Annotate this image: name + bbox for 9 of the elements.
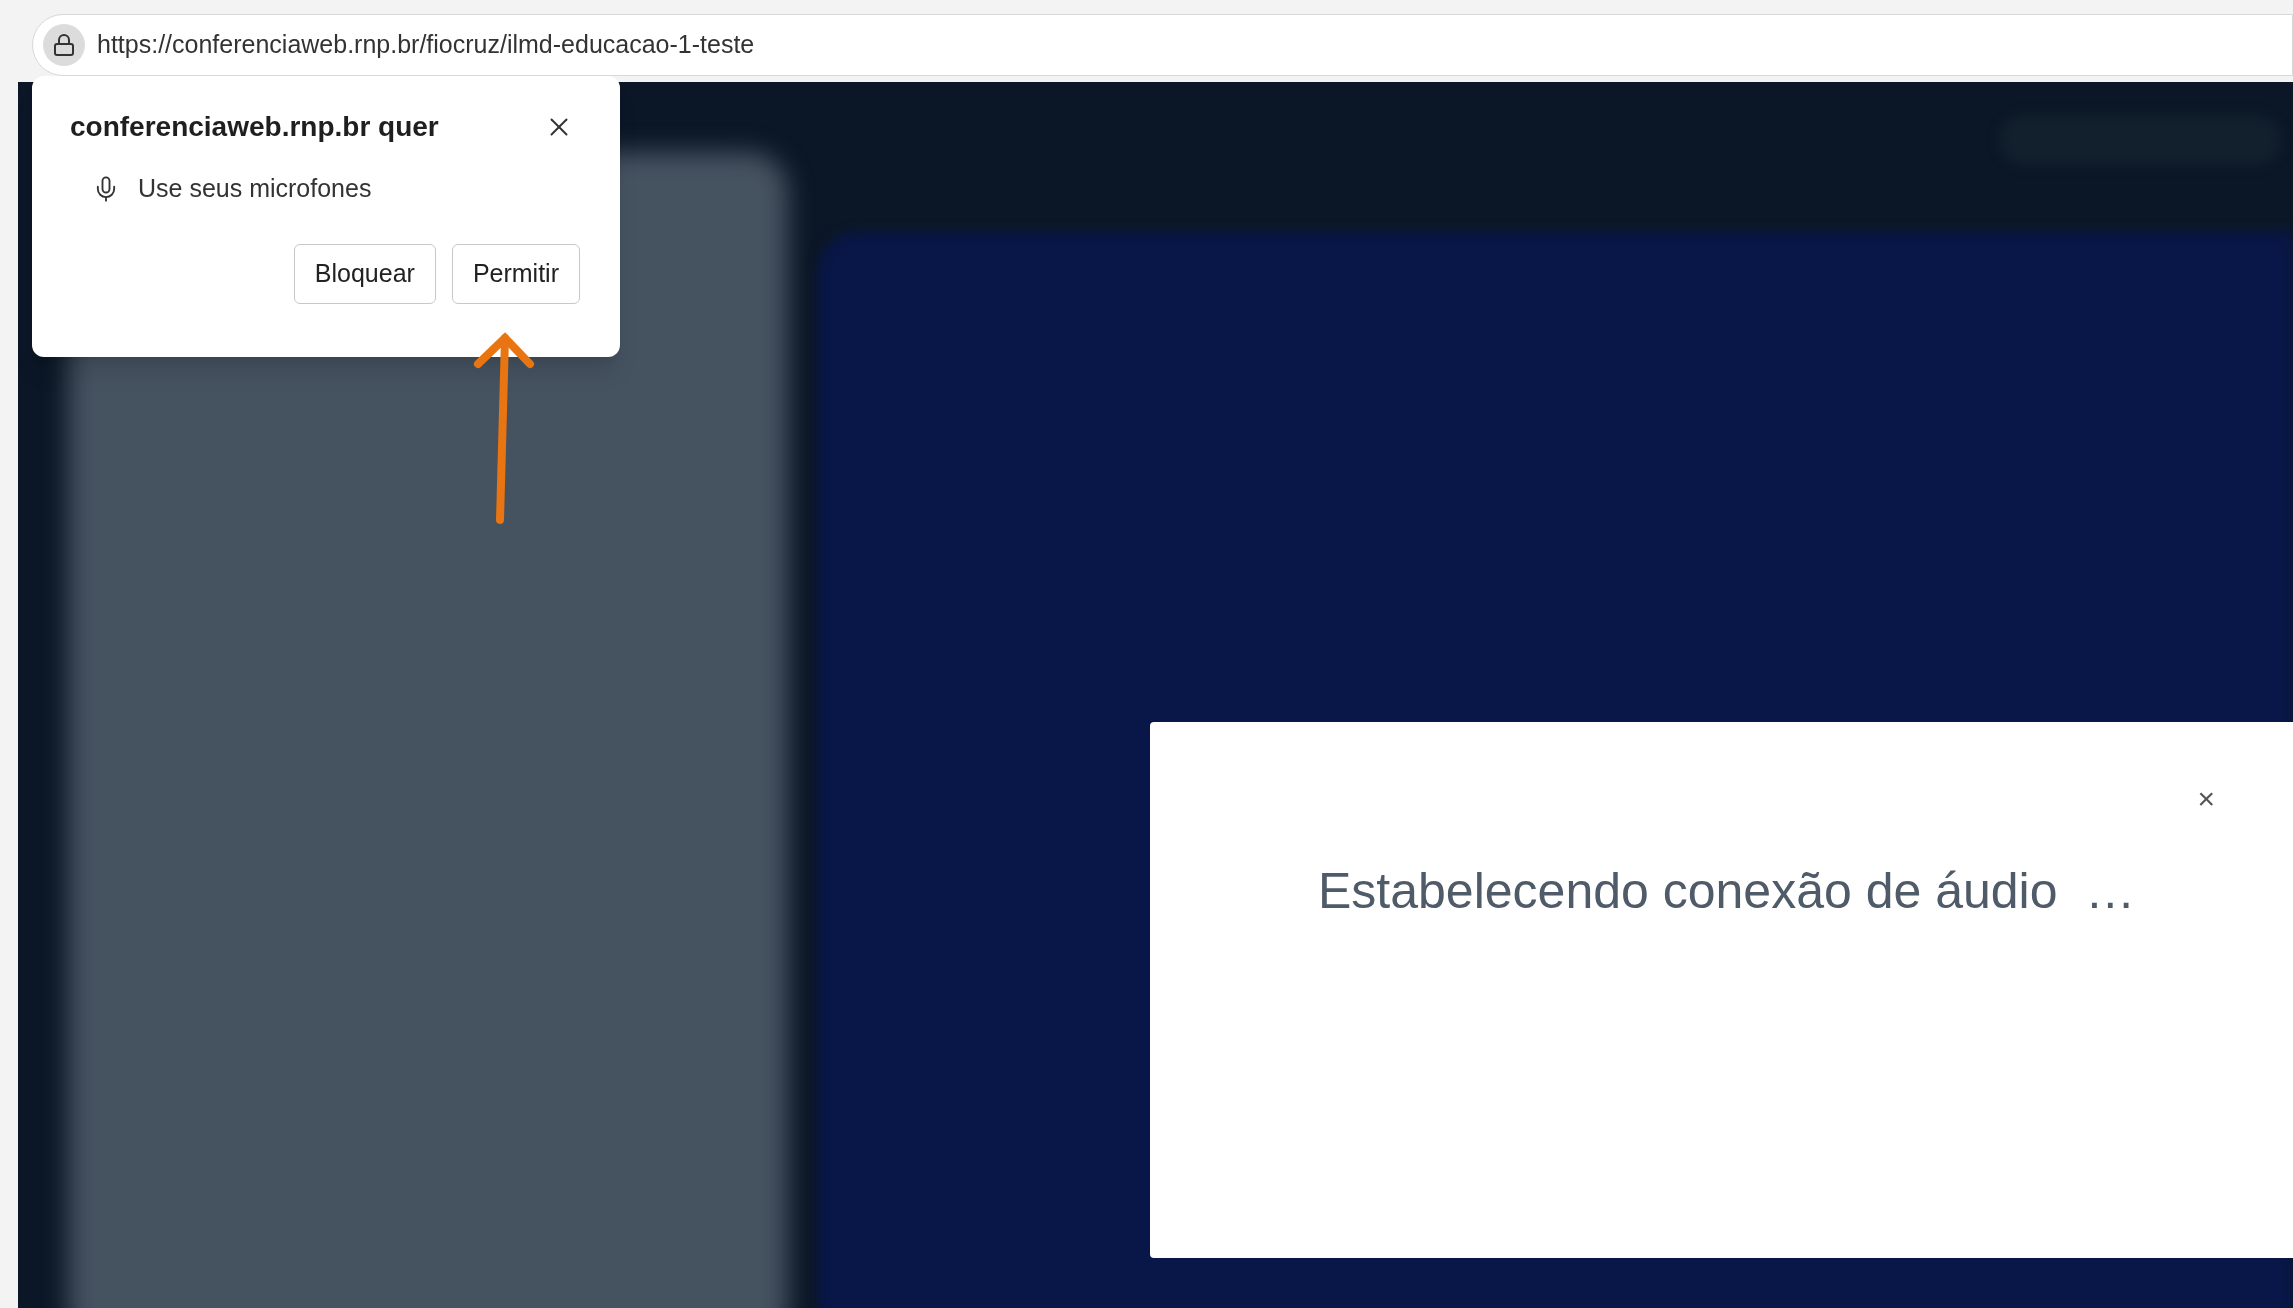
lock-icon[interactable] <box>43 24 85 66</box>
close-button[interactable]: × <box>2197 784 2215 814</box>
url-text: https://conferenciaweb.rnp.br/fiocruz/ilmd-educacao-1-teste <box>97 29 755 61</box>
permission-text: Use seus microfones <box>138 173 372 204</box>
popup-button[interactable]: Permitir <box>451 243 580 304</box>
dialog-message: Estabelecendo conexão de áudio … <box>1318 862 2137 921</box>
popup-button[interactable]: Bloquear <box>293 243 436 304</box>
address-bar[interactable]: https://conferenciaweb.rnp.br/fiocruz/ilmd-educacao-1-teste <box>32 14 2293 76</box>
popup-title: conferenciaweb.rnp.br quer <box>70 110 439 144</box>
